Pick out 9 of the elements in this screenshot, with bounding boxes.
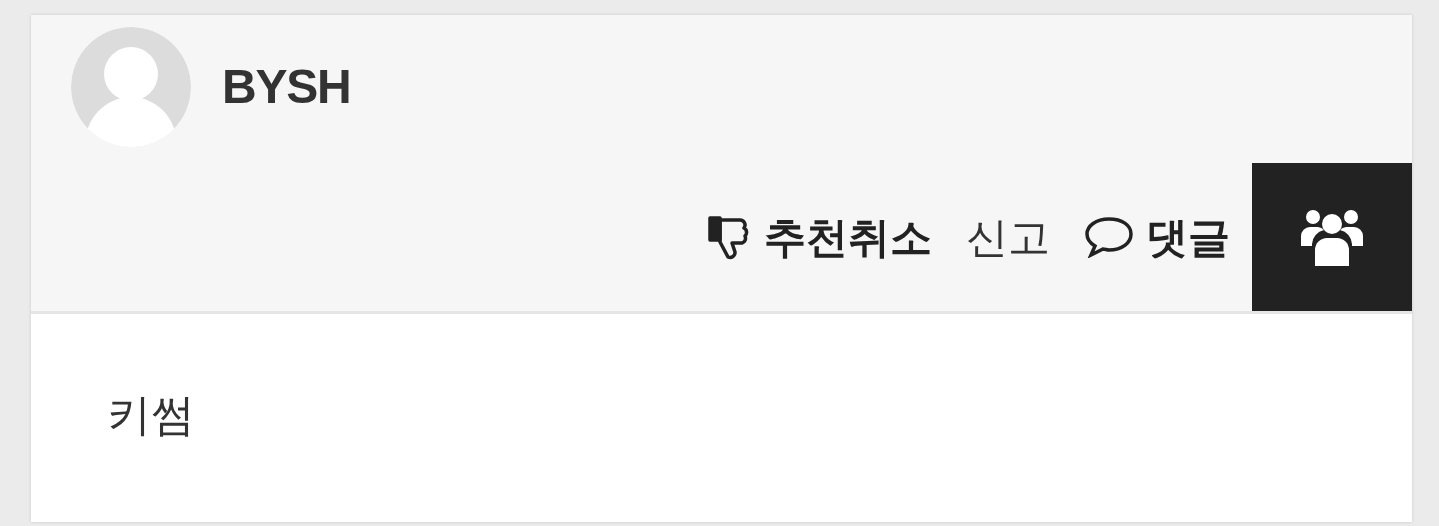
speech-bubble-icon	[1084, 216, 1134, 258]
avatar-icon	[71, 27, 191, 147]
report-button[interactable]: 신고	[966, 205, 1050, 269]
users-icon	[1301, 208, 1363, 266]
post-text: 키썸	[107, 388, 196, 442]
author-name: BYSH	[222, 59, 351, 115]
unrecommend-button[interactable]: 추천취소	[708, 205, 932, 269]
comment-button[interactable]: 댓글	[1084, 205, 1230, 269]
members-button[interactable]	[1252, 163, 1412, 311]
